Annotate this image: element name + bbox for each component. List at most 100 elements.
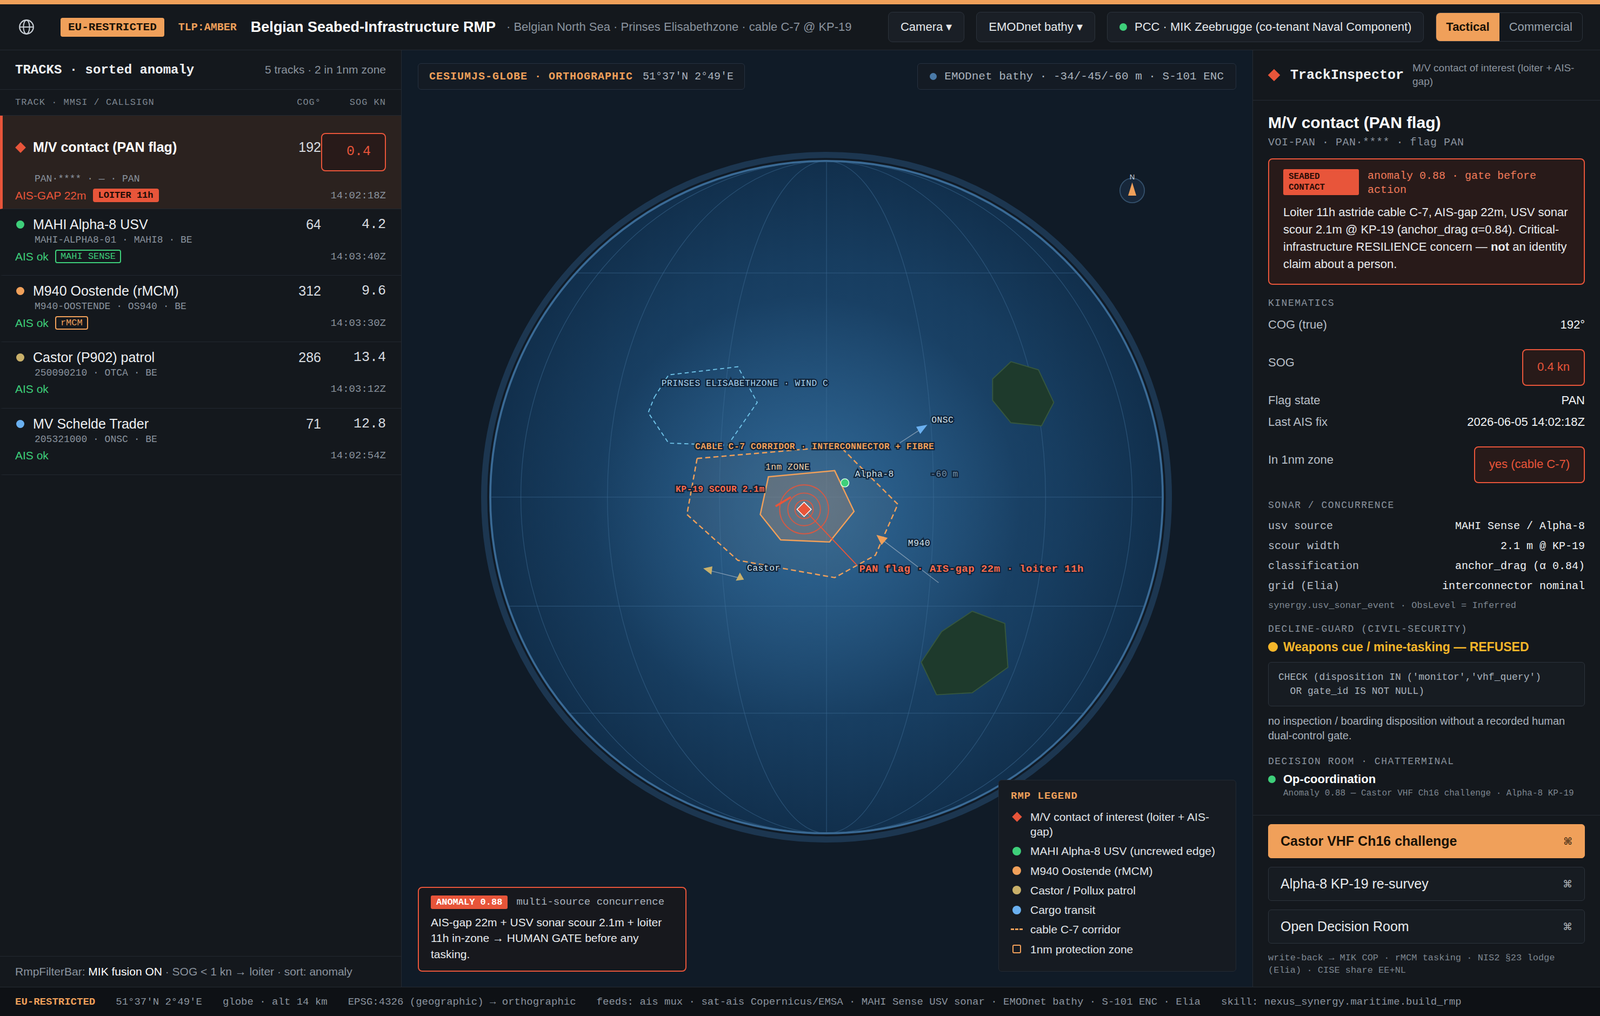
track-tag: LOITER 11h [92, 188, 159, 203]
legend-marker-icon [1011, 811, 1022, 822]
map-view[interactable]: PRINSES ELISABETHZONE · WIND CCABLE C-7 … [401, 50, 1253, 988]
kinematics-row: Last AIS fix2026-06-05 14:02:18Z [1268, 411, 1585, 433]
kinematics-row: In 1nm zoneyes (cable C-7) [1268, 432, 1585, 488]
track-cog: 312 [272, 283, 322, 299]
map-label: Castor [747, 563, 781, 574]
alert-body: Loiter 11h astride cable C-7, AIS-gap 22… [1283, 203, 1570, 273]
track-name: M/V contact (PAN flag) [32, 139, 177, 156]
sonar-row: scour width2.1 m @ KP-19 [1268, 536, 1585, 557]
action-button[interactable]: Alpha-8 KP-19 re-survey⌘ [1268, 867, 1585, 902]
section-heading: DECISION ROOM · CHATTERMINAL [1268, 756, 1585, 768]
top-controls: Camera ▾ EMODnet bathy ▾ PCC · MIK Zeebrug… [888, 11, 1583, 43]
target-ring [779, 484, 829, 534]
track-row[interactable]: M/V contact (PAN flag)1920.4PAN·**** · —… [0, 115, 402, 210]
app-title: Belgian Seabed-Infrastructure RMP [250, 18, 496, 36]
patrol-arrow-icon[interactable] [703, 566, 713, 575]
track-name: MAHI Alpha-8 USV [32, 216, 149, 233]
contact-diamond-icon[interactable] [796, 502, 811, 517]
legend-marker-icon [1012, 847, 1022, 856]
track-row[interactable]: MAHI Alpha-8 USV644.2MAHI-ALPHA8-01 · MA… [0, 209, 402, 276]
track-row[interactable]: MV Schelde Trader 7112.8 205321000 · ONSC … [0, 408, 402, 476]
dropdown[interactable]: EMODnet bathy ▾ [976, 11, 1096, 43]
track-sog: 0.4 [321, 132, 386, 172]
inspector-content: M/V contact (PAN flag)VOI-PAN · PAN·****… [1252, 100, 1600, 816]
graticule [483, 152, 1177, 846]
legend-item: Cargo transit [1010, 902, 1224, 918]
track-time: 14:03:12Z [330, 383, 386, 396]
track-ids: 250090210 · OTCA · BE [15, 367, 386, 379]
map-label: KP-19 SCOUR 2.1m [675, 484, 765, 495]
track-marker-icon [16, 420, 25, 429]
refusal-dot-icon [1268, 642, 1278, 652]
main-body: TRACKS · sorted anomaly5 tracks · 2 in 1… [0, 50, 1600, 988]
alert-badge: SEABED CONTACT [1283, 169, 1359, 196]
track-cog: 64 [272, 216, 322, 233]
kinematics-row: SOG0.4 kn [1268, 335, 1585, 390]
map-label: -60 m [930, 469, 958, 480]
legend-item: M940 Oostende (rMCM) [1010, 863, 1224, 879]
layer-chip[interactable]: EMODnet bathy · -34/-45/-60 m · S-101 EN… [917, 63, 1237, 90]
guard-note: no inspection / boarding disposition wit… [1268, 714, 1585, 744]
track-sog: 9.6 [321, 283, 386, 299]
compass[interactable] [1120, 178, 1145, 203]
status-item: EPSG:4326 (geographic) → orthographic [348, 996, 577, 1009]
protection-zone[interactable] [760, 470, 855, 543]
cable-corridor[interactable] [687, 446, 898, 578]
track-cog: 192 [272, 139, 322, 156]
action-button[interactable]: Castor VHF Ch16 challenge⌘ [1268, 824, 1585, 859]
status-item: 51°37′N 2°49′E [115, 996, 203, 1009]
legend-item: cable C-7 corridor [1010, 922, 1224, 937]
anomaly-badge: ANOMALY 0.88 [430, 895, 508, 910]
kinematics-row: COG (true)192° [1268, 314, 1585, 336]
action-button[interactable]: Open Decision Room⌘ [1268, 909, 1585, 944]
track-status: AIS-GAP 22m [15, 189, 87, 203]
map-label: 1nm ZONE [765, 462, 810, 473]
refusal: Weapons cue / mine-tasking — REFUSED [1268, 640, 1585, 655]
track-name: MV Schelde Trader [32, 416, 149, 432]
north-arrow-icon [1128, 182, 1137, 196]
kinematics-row: Flag statePAN [1268, 389, 1585, 412]
track-inspector: TrackInspectorM/V contact of interest (l… [1252, 50, 1600, 988]
legend-item: M/V contact of interest (loiter + AIS-ga… [1010, 809, 1224, 840]
shortcut-icon: ⌘ [1562, 878, 1573, 890]
section-heading: DECLINE-GUARD (CIVIL-SECURITY) [1268, 623, 1585, 635]
mode-tab[interactable]: Tactical [1436, 12, 1499, 42]
section-heading: SONAR / CONCURRENCE [1268, 500, 1585, 511]
legend-marker-icon [1012, 905, 1022, 915]
pcc-pill[interactable]: PCC · MIK Zeebrugge (co-tenant Naval Com… [1107, 11, 1424, 43]
section-heading: KINEMATICS [1268, 297, 1585, 309]
mode-toggle: TacticalCommercial [1435, 12, 1583, 42]
classification-badge: EU-RESTRICTED [60, 17, 165, 37]
track-name: Castor (P902) patrol [32, 349, 155, 366]
tracks-count: 5 tracks · 2 in 1nm zone [264, 63, 386, 77]
wind-zone[interactable] [648, 367, 758, 446]
cargo-arrow-icon[interactable] [916, 424, 928, 435]
rmcm-arrow-icon[interactable] [876, 535, 888, 546]
dropdown[interactable]: Camera ▾ [888, 11, 965, 43]
globe-icon[interactable] [17, 17, 36, 37]
track-cog: 71 [272, 416, 322, 432]
track-row[interactable]: Castor (P902) patrol28613.4250090210 · O… [0, 342, 402, 409]
track-tag: rMCM [55, 316, 89, 330]
sonar-row: usv sourceMAHI Sense / Alpha-8 [1268, 516, 1585, 537]
online-dot-icon [1119, 23, 1128, 31]
status-item: skill: nexus_synergy.maritime.build_rmp [1221, 996, 1462, 1009]
mode-tab[interactable]: Commercial [1499, 12, 1583, 42]
filter-bar[interactable]: RmpFilterBar: MIK fusion ON · SOG < 1 kn… [0, 956, 402, 988]
legend-marker-icon [1010, 928, 1023, 931]
track-marker-icon [16, 287, 25, 296]
legend-item: 1nm protection zone [1010, 942, 1224, 957]
track-row[interactable]: M940 Oostende (rMCM)3129.6M940-OOSTENDE … [0, 275, 402, 343]
sonar-row: classificationanchor_drag (α 0.84) [1268, 556, 1585, 577]
track-status: AIS ok [15, 316, 49, 330]
status-item: feeds: ais mux · sat-ais Copernicus/EMSA… [596, 996, 1201, 1009]
legend-title: RMP LEGEND [1010, 790, 1224, 803]
track-sog: 12.8 [321, 416, 386, 432]
tracks-panel: TRACKS · sorted anomaly5 tracks · 2 in 1… [0, 50, 402, 988]
usv-marker-icon[interactable] [840, 478, 849, 488]
writeback-note: write-back → MIK COP · rMCM tasking · NI… [1268, 952, 1585, 978]
chat-channel[interactable]: Op-coordination [1268, 772, 1585, 787]
track-ids: 205321000 · ONSC · BE [15, 434, 386, 445]
track-time: 14:02:18Z [330, 189, 386, 202]
track-cog: 286 [272, 349, 322, 366]
